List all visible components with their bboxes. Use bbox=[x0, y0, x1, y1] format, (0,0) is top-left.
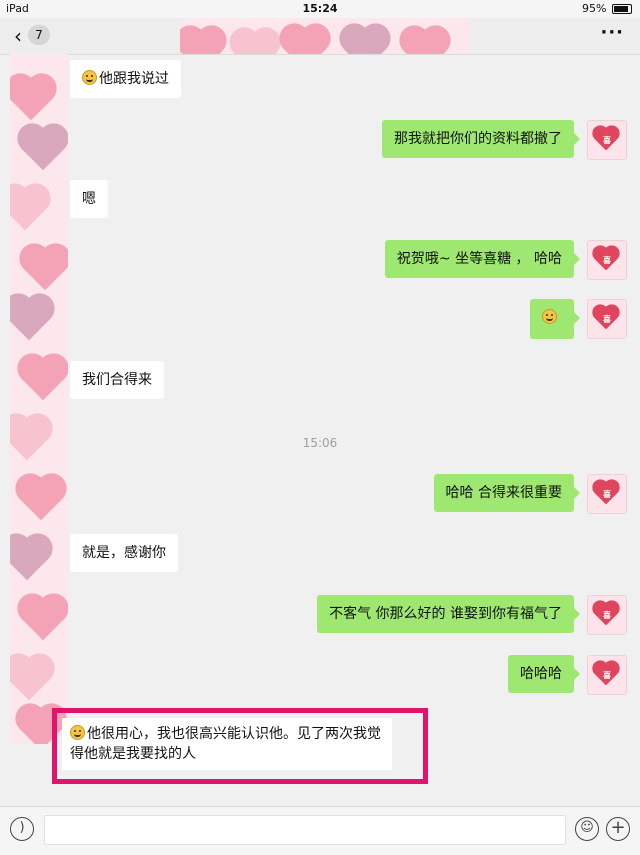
heart-decoration bbox=[233, 31, 277, 54]
chevron-left-icon[interactable]: ‹ bbox=[14, 24, 22, 48]
heart-decoration bbox=[21, 127, 65, 171]
heart-decoration bbox=[403, 29, 447, 54]
user-avatar[interactable]: 喜 bbox=[587, 655, 627, 695]
chat-timestamp: 15:06 bbox=[302, 436, 338, 450]
message-bubble-incoming[interactable]: 我们合得来 bbox=[70, 361, 164, 399]
message-bubble-outgoing[interactable]: 哈哈哈 bbox=[508, 655, 580, 693]
message-input-bar: ) ☺ + bbox=[0, 806, 640, 855]
more-options-icon[interactable]: ··· bbox=[600, 22, 624, 43]
user-avatar[interactable]: 喜 bbox=[587, 299, 627, 339]
heart-decoration bbox=[21, 597, 65, 641]
heart-pattern-left bbox=[10, 54, 68, 744]
plus-icon[interactable]: + bbox=[606, 817, 630, 841]
heart-decoration bbox=[10, 297, 51, 341]
heart-decoration bbox=[21, 357, 65, 401]
unread-count-badge[interactable]: 7 bbox=[28, 25, 50, 45]
heart-decoration bbox=[19, 477, 63, 521]
message-bubble-outgoing[interactable]: 不客气 你那么好的 谁娶到你有福气了 bbox=[317, 595, 580, 633]
voice-icon[interactable]: ) bbox=[10, 817, 34, 841]
battery-status: 95% bbox=[582, 2, 632, 15]
message-bubble-outgoing[interactable]: 那我就把你们的资料都撤了 bbox=[382, 120, 580, 158]
message-bubble-outgoing[interactable]: 祝贺哦~ 坐等喜糖 ， 哈哈 bbox=[384, 240, 581, 278]
heart-decoration bbox=[10, 657, 51, 701]
message-input[interactable] bbox=[44, 815, 566, 845]
user-avatar[interactable]: 喜 bbox=[587, 595, 627, 635]
heart-decoration bbox=[10, 77, 53, 121]
battery-icon bbox=[612, 4, 632, 14]
message-bubble-outgoing[interactable]: 哈哈 合得来很重要 bbox=[433, 474, 581, 512]
heart-pattern-top bbox=[180, 18, 470, 54]
message-bubble-incoming[interactable]: 就是，感谢你 bbox=[70, 534, 178, 572]
status-bar: iPad 15:24 95% bbox=[0, 0, 640, 18]
status-time: 15:24 bbox=[302, 2, 338, 15]
emoji-icon[interactable]: ☺ bbox=[575, 817, 599, 841]
smile-emoji-icon bbox=[542, 309, 557, 324]
message-bubble-outgoing[interactable] bbox=[530, 299, 580, 339]
heart-decoration bbox=[343, 27, 387, 54]
grin-emoji-icon bbox=[82, 70, 97, 85]
message-bubble-incoming[interactable]: 他跟我说过 bbox=[70, 60, 181, 98]
heart-decoration bbox=[23, 247, 67, 291]
message-bubble-incoming[interactable]: 嗯 bbox=[70, 180, 108, 218]
heart-decoration bbox=[10, 187, 47, 231]
heart-decoration bbox=[10, 537, 49, 581]
message-bubble-incoming-highlighted[interactable]: 他很用心，我也很高兴能认识他。见了两次我觉得他就是我要找的人 bbox=[62, 718, 392, 770]
heart-decoration bbox=[283, 27, 327, 54]
user-avatar[interactable]: 喜 bbox=[587, 240, 627, 280]
battery-percent: 95% bbox=[582, 2, 607, 15]
heart-decoration bbox=[180, 29, 223, 54]
smile-emoji-icon bbox=[70, 725, 85, 740]
user-avatar[interactable]: 喜 bbox=[587, 120, 627, 160]
user-avatar[interactable]: 喜 bbox=[587, 474, 627, 514]
